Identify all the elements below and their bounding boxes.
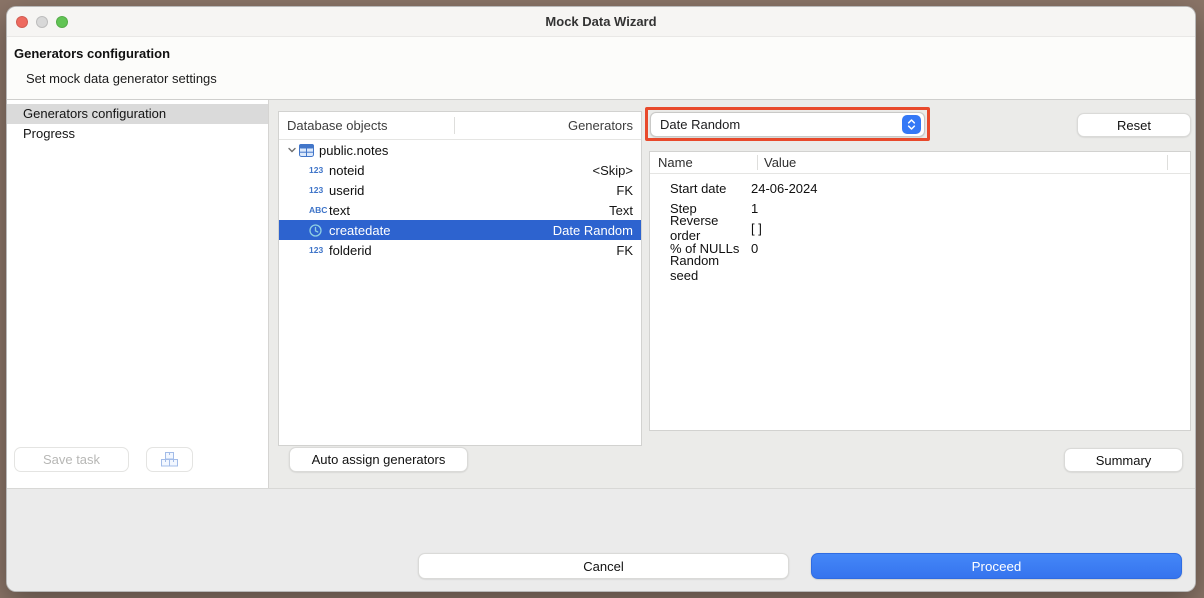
property-value[interactable]: 1 bbox=[744, 201, 758, 216]
properties-column-headers[interactable]: Name Value bbox=[650, 152, 1190, 174]
column-name: noteid bbox=[329, 163, 364, 178]
window-title: Mock Data Wizard bbox=[7, 7, 1195, 36]
column-header-value[interactable]: Value bbox=[757, 155, 796, 170]
sidebar-item-progress[interactable]: Progress bbox=[7, 124, 268, 144]
table-row-noteid[interactable]: 123 noteid <Skip> bbox=[279, 160, 641, 180]
column-name: createdate bbox=[329, 223, 390, 238]
titlebar: Mock Data Wizard bbox=[7, 7, 1195, 37]
main-content: Generators configuration Progress Databa… bbox=[7, 100, 1195, 488]
tree-node-label: public.notes bbox=[319, 143, 388, 158]
numeric-type-icon: 123 bbox=[309, 165, 329, 175]
generator-value: Text bbox=[609, 203, 641, 218]
generator-value: Date Random bbox=[553, 223, 641, 238]
column-header-database-objects[interactable]: Database objects bbox=[279, 118, 568, 133]
proceed-button[interactable]: Proceed bbox=[811, 553, 1182, 579]
table-icon bbox=[299, 144, 319, 157]
database-objects-table: Database objects Generators pu bbox=[278, 111, 642, 446]
save-task-button[interactable]: Save task bbox=[14, 447, 129, 472]
numeric-type-icon: 123 bbox=[309, 245, 329, 255]
summary-button[interactable]: Summary bbox=[1064, 448, 1183, 472]
generator-value: FK bbox=[616, 243, 641, 258]
column-resize-handle[interactable] bbox=[454, 117, 455, 134]
table-row-createdate-selected[interactable]: createdate Date Random bbox=[279, 220, 641, 240]
generator-select[interactable]: Date Random bbox=[650, 112, 925, 137]
property-row-start-date[interactable]: Start date 24-06-2024 bbox=[650, 178, 1190, 198]
wizard-steps-sidebar: Generators configuration Progress bbox=[7, 104, 268, 144]
table-row-text[interactable]: ABC text Text bbox=[279, 200, 641, 220]
property-name: Reverse order bbox=[650, 213, 744, 243]
table-row-public-notes[interactable]: public.notes bbox=[279, 140, 641, 160]
column-header-name[interactable]: Name bbox=[650, 155, 757, 170]
reset-button[interactable]: Reset bbox=[1077, 113, 1191, 137]
generator-value: <Skip> bbox=[593, 163, 641, 178]
generator-properties-table: Name Value Start date 24-06-2024 Step 1 … bbox=[649, 151, 1191, 431]
cancel-button[interactable]: Cancel bbox=[418, 553, 789, 579]
page-title: Generators configuration bbox=[14, 46, 170, 61]
column-name: text bbox=[329, 203, 350, 218]
sidebar-item-generators-configuration[interactable]: Generators configuration bbox=[7, 104, 268, 124]
string-type-icon: ABC bbox=[309, 205, 329, 215]
table-row-folderid[interactable]: 123 folderid FK bbox=[279, 240, 641, 260]
auto-assign-generators-button[interactable]: Auto assign generators bbox=[289, 447, 468, 472]
datetime-type-icon bbox=[309, 224, 329, 237]
column-resize-handle[interactable] bbox=[757, 155, 758, 170]
column-name: userid bbox=[329, 183, 364, 198]
traffic-lights bbox=[16, 16, 68, 28]
table-row-userid[interactable]: 123 userid FK bbox=[279, 180, 641, 200]
mock-data-wizard-window: Mock Data Wizard Generators configuratio… bbox=[6, 6, 1196, 592]
column-name: folderid bbox=[329, 243, 372, 258]
chevron-down-icon[interactable] bbox=[285, 145, 299, 155]
generator-select-value: Date Random bbox=[660, 117, 740, 132]
tree-column-headers[interactable]: Database objects Generators bbox=[279, 112, 641, 140]
property-value[interactable]: 0 bbox=[744, 241, 758, 256]
sidebar-divider bbox=[268, 100, 269, 488]
zoom-button[interactable] bbox=[56, 16, 68, 28]
property-name: Start date bbox=[650, 181, 744, 196]
property-row-reverse-order[interactable]: Reverse order [ ] bbox=[650, 218, 1190, 238]
annotation-highlight-box: Date Random bbox=[645, 107, 930, 141]
property-name: Random seed bbox=[650, 253, 744, 283]
minimize-button[interactable] bbox=[36, 16, 48, 28]
select-chevrons-icon bbox=[902, 115, 921, 134]
page-subtitle: Set mock data generator settings bbox=[26, 71, 217, 86]
checkbox-unchecked[interactable]: [ ] bbox=[744, 221, 762, 236]
generator-value: FK bbox=[616, 183, 641, 198]
column-header-generators[interactable]: Generators bbox=[568, 118, 641, 133]
wizard-footer: Cancel Proceed bbox=[7, 488, 1195, 592]
wizard-header: Generators configuration Set mock data g… bbox=[7, 37, 1195, 100]
property-value[interactable]: 24-06-2024 bbox=[744, 181, 818, 196]
column-resize-handle[interactable] bbox=[1167, 155, 1168, 170]
properties-rows: Start date 24-06-2024 Step 1 Reverse ord… bbox=[650, 174, 1190, 278]
property-row-random-seed[interactable]: Random seed bbox=[650, 258, 1190, 278]
close-button[interactable] bbox=[16, 16, 28, 28]
numeric-type-icon: 123 bbox=[309, 185, 329, 195]
task-boxes-icon-button[interactable] bbox=[146, 447, 193, 472]
